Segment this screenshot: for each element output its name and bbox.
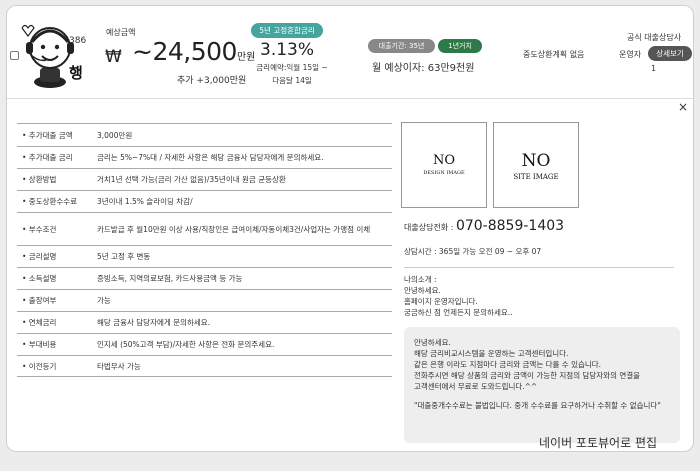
self-introduction: 나의소개 : 안녕하세요. 홈페이지 운영자입니다. 궁금하신 점 언제든지 문… (404, 267, 674, 318)
detail-label: • 금리설명 (22, 252, 57, 261)
rate-reservation-line2: 다음달 14일 (272, 76, 312, 85)
consult-phone-number[interactable]: 070-8859-1403 (456, 218, 564, 234)
detail-label: • 중도상환수수료 (22, 197, 78, 206)
detail-value: 5년 고정 후 변동 (97, 252, 151, 261)
detail-label: • 연체금리 (22, 318, 57, 327)
design-image-caption: DESIGN IMAGE (423, 170, 465, 176)
consult-phone: 대출상담전화 : 070-8859-1403 (404, 218, 564, 234)
detail-label: • 추가대출 금액 (22, 130, 73, 140)
detail-value: 3년이내 1.5% 슬라이딩 차감/ (97, 197, 193, 206)
notice-line: 해당 금리비교시스템을 운영하는 고객센터입니다. (414, 349, 569, 358)
notice-line: 전화주시면 해당 상품의 금리와 금액이 가능한 지점의 담당자와의 연결을 (414, 371, 641, 380)
detail-value: 타법무사 가능 (97, 361, 141, 371)
loan-term-badge: 대출기간: 35년 (368, 39, 435, 53)
grace-period-badge: 1년거치 (438, 39, 482, 53)
detail-value: 3,000만원 (97, 130, 133, 140)
loan-amount-value: ~24,500 (132, 37, 237, 66)
mascot-number: 386 (69, 36, 87, 46)
loan-detail-panel: 386 행 예상금액 ₩ ~24,500만원 추가 +3,000만원 5년 고정… (6, 5, 694, 452)
detail-row: • 소득설명 증빙소득, 지역의료보험, 카드사용금액 등 가능 (17, 267, 392, 289)
monthly-interest: 월 예상이자: 63만9천원 (372, 63, 475, 74)
site-image-caption: SITE IMAGE (513, 173, 559, 181)
detail-row: • 추가대출 금리 금리는 5%~7%대 / 자세한 사항은 해당 금융사 담당자… (17, 146, 392, 168)
rate-type-badge: 5년 고정혼합금리 (251, 23, 323, 38)
loan-amount: ~24,500만원 (132, 37, 255, 66)
detail-row: • 이전등기 타법무사 가능 (17, 355, 392, 377)
detail-label: • 소득설명 (22, 274, 57, 283)
currency-symbol: ₩ (105, 47, 122, 67)
official-consultant-label: 공식 대출상담사 (627, 33, 682, 42)
site-image-no: NO (521, 151, 551, 171)
loan-summary-header: 386 행 예상금액 ₩ ~24,500만원 추가 +3,000만원 5년 고정… (7, 6, 693, 99)
intro-line: 홈페이지 운영자입니다. (404, 297, 478, 306)
design-image-placeholder: NO DESIGN IMAGE (401, 122, 487, 208)
detail-label: • 이전등기 (22, 361, 57, 371)
detail-value: 거치1년 선택 가능(금리 가산 없음)/35년이내 원금 균등상환 (97, 175, 286, 184)
detail-value: 해당 금융사 담당자에게 문의하세요. (97, 318, 211, 327)
extra-loan-amount: 추가 +3,000만원 (177, 76, 247, 86)
detail-row: • 중도상환수수료 3년이내 1.5% 슬라이딩 차감/ (17, 190, 392, 212)
detail-row: • 추가대출 금액 3,000만원 (17, 123, 392, 146)
loan-details-table: • 추가대출 금액 3,000만원 • 추가대출 금리 금리는 5%~7%대 / 자세… (17, 123, 392, 377)
detail-label: • 추가대출 금리 (22, 153, 73, 162)
notice-line: 같은 은행 이라도 지점마다 금리와 금액는 다를 수 있습니다. (414, 360, 602, 369)
detail-row: • 상환방법 거치1년 선택 가능(금리 가산 없음)/35년이내 원금 균등상환 (17, 168, 392, 190)
detail-row: • 연체금리 해당 금융사 담당자에게 문의하세요. (17, 311, 392, 333)
prepayment-plan: 중도상환계획 없음 (523, 50, 585, 59)
notice-box: 안녕하세요. 해당 금리비교시스템을 운영하는 고객센터입니다. 같은 은행 이… (404, 327, 680, 443)
photo-viewer-watermark: 네이버 포토뷰어로 편집 (539, 436, 658, 450)
rate-reservation-line1: 금리예약:익월 15일 ~ (256, 63, 328, 72)
close-icon[interactable]: × (678, 100, 688, 114)
notice-line: 고객센터에서 무료로 도와드립니다.^^ (414, 382, 538, 391)
rate-reservation-period: 금리예약:익월 15일 ~ 다음달 14일 (251, 61, 333, 87)
select-checkbox[interactable] (10, 51, 19, 60)
intro-line: 안녕하세요. (404, 286, 441, 295)
design-image-no: NO (432, 153, 456, 168)
detail-label: • 부대비용 (22, 340, 57, 349)
notice-warning: "대출중개수수료는 불법입니다. 중개 수수료를 요구하거나 수취할 수 없습니… (414, 401, 661, 410)
site-image-placeholder: NO SITE IMAGE (493, 122, 579, 208)
detail-value: 인지세 (50%고객 부담)/자세한 사항은 전화 문의주세요. (97, 340, 275, 349)
operator-label: 운영자 (619, 50, 642, 59)
detail-row: • 부수조건 카드발급 후 월10만원 이상 사용/직장인은 급여이체/자동이체3… (17, 212, 392, 245)
detail-value: 금리는 5%~7%대 / 자세한 사항은 해당 금융사 담당자에게 문의하세요. (97, 153, 324, 162)
interest-rate: 3.13% (260, 40, 315, 60)
detail-label: • 부수조건 (22, 224, 57, 234)
mascot-label: 행 (69, 64, 83, 82)
detail-label: • 상환방법 (22, 175, 57, 184)
detail-row: • 출장여부 가능 (17, 289, 392, 311)
detail-value: 가능 (97, 296, 111, 305)
consult-hours: 상담시간 : 365일 가능 오전 09 ~ 오후 07 (404, 247, 542, 256)
detail-row: • 부대비용 인지세 (50%고객 부담)/자세한 사항은 전화 문의주세요. (17, 333, 392, 355)
detail-value: 증빙소득, 지역의료보험, 카드사용금액 등 가능 (97, 274, 243, 283)
detail-view-button[interactable]: 상세보기 (648, 46, 692, 61)
consult-phone-label: 대출상담전화 : (404, 223, 456, 232)
consultant-count: 1 (651, 64, 657, 73)
detail-value: 카드발급 후 월10만원 이상 사용/직장인은 급여이체/자동이체3건/사업자는… (97, 224, 371, 234)
intro-line: 궁금하신 점 언제든지 문의하세요.. (404, 308, 513, 317)
notice-line: 안녕하세요. (414, 338, 451, 347)
detail-row: • 금리설명 5년 고정 후 변동 (17, 245, 392, 267)
intro-title: 나의소개 : (404, 275, 437, 284)
detail-label: • 출장여부 (22, 296, 57, 305)
